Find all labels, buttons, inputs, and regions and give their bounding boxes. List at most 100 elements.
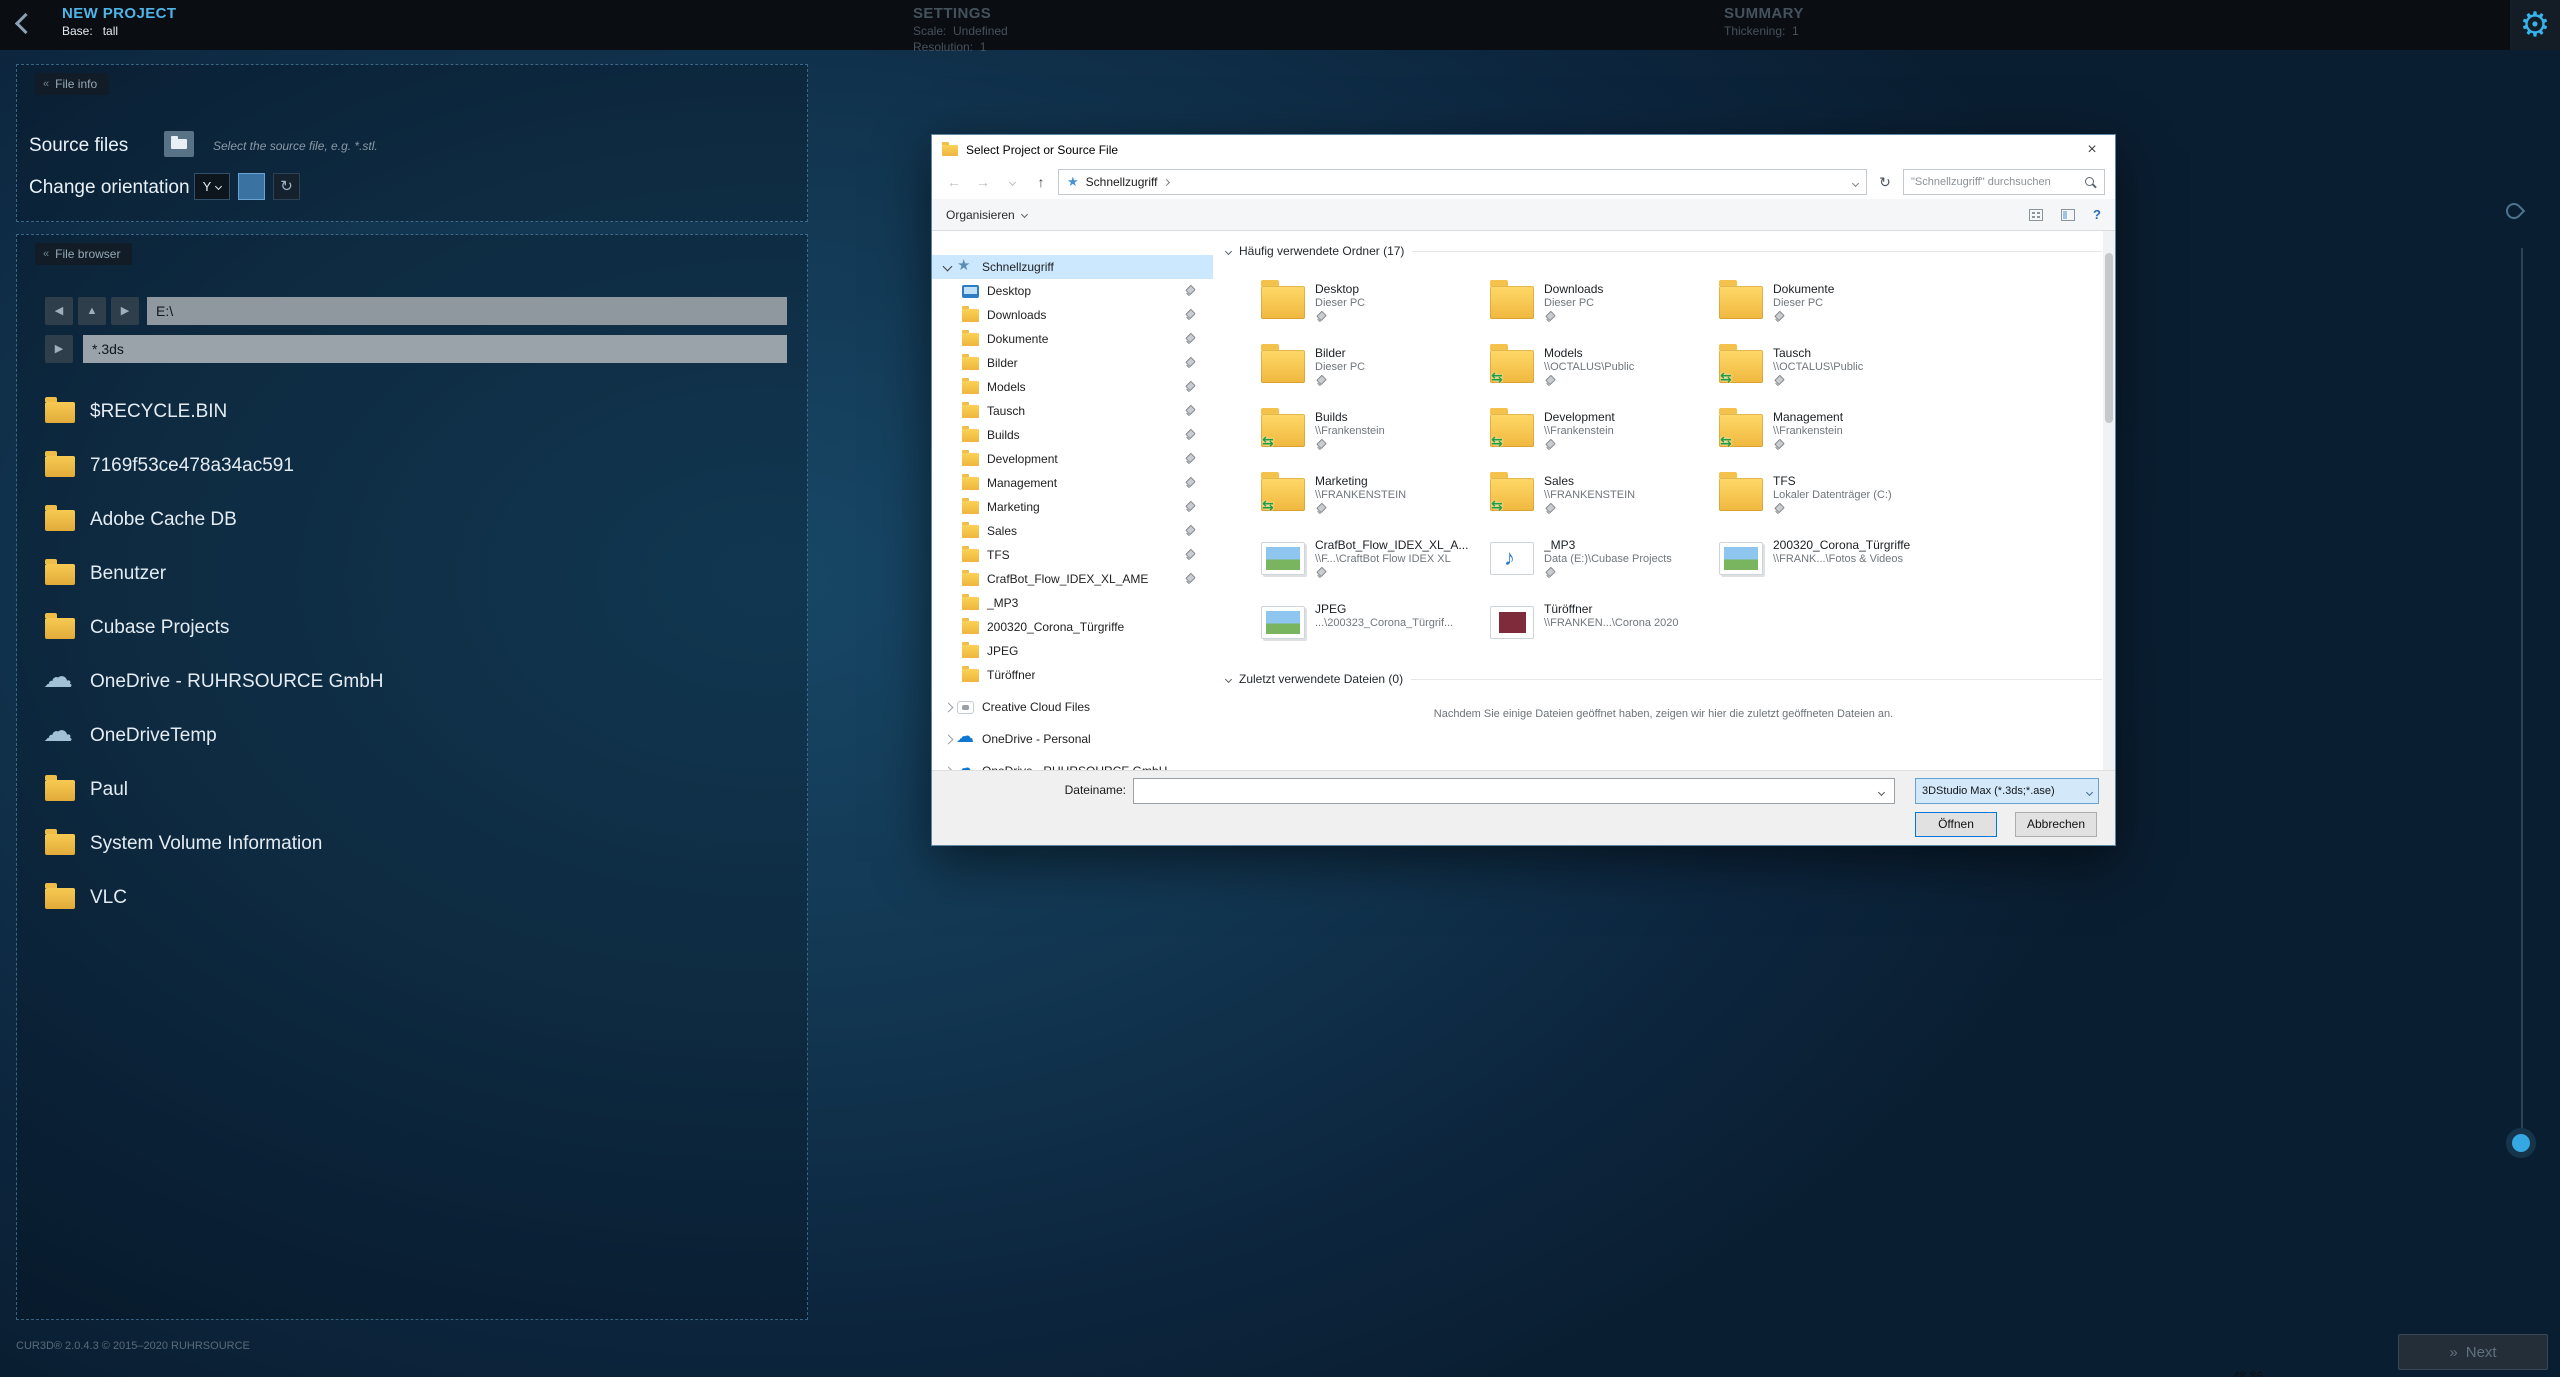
orientation-flip-button[interactable] xyxy=(238,173,265,200)
tree-item[interactable]: Management xyxy=(932,471,1213,495)
tree-item[interactable]: Builds xyxy=(932,423,1213,447)
frequent-folder-tile[interactable]: Downloads Dieser PC xyxy=(1484,277,1713,341)
browse-source-button[interactable] xyxy=(164,131,194,157)
tree-item[interactable]: Sales xyxy=(932,519,1213,543)
file-info-header[interactable]: « File info xyxy=(35,73,109,95)
tree-item[interactable]: Marketing xyxy=(932,495,1213,519)
folder-list-item[interactable]: Adobe Cache DB xyxy=(17,493,807,547)
tree-item[interactable]: Desktop xyxy=(932,279,1213,303)
folder-list-item[interactable]: Cubase Projects xyxy=(17,601,807,655)
dialog-back-button[interactable]: ← xyxy=(942,170,966,194)
history-dropdown-button[interactable] xyxy=(1000,170,1024,194)
tree-item[interactable]: CrafBot_Flow_IDEX_XL_AME xyxy=(932,567,1213,591)
wizard-step[interactable]: SETTINGS Scale: Undefined Resolution: 1 xyxy=(913,5,1008,54)
nav-up-button[interactable]: ▲ xyxy=(78,297,106,325)
tree-item[interactable]: Models xyxy=(932,375,1213,399)
next-button[interactable]: » Next xyxy=(2398,1334,2548,1370)
folder-list-item[interactable]: $RECYCLE.BIN xyxy=(17,385,807,439)
frequent-folder-tile[interactable]: Management \\Frankenstein xyxy=(1713,405,1942,469)
cancel-button[interactable]: Abbrechen xyxy=(2015,812,2097,837)
chevron-right-icon[interactable] xyxy=(1163,178,1170,185)
expander-icon[interactable] xyxy=(942,733,954,745)
view-options-icon[interactable] xyxy=(2029,209,2043,221)
recent-files-header[interactable]: Zuletzt verwendete Dateien (0) xyxy=(1226,672,2102,686)
zoom-slider-track[interactable] xyxy=(2521,248,2523,1148)
dialog-titlebar[interactable]: Select Project or Source File xyxy=(932,135,2115,165)
frequent-folder-tile[interactable]: Models \\OCTALUS\Public xyxy=(1484,341,1713,405)
frequent-folder-tile[interactable]: CrafBot_Flow_IDEX_XL_A... \\F...\CraftBo… xyxy=(1255,533,1484,597)
tree-item[interactable]: Creative Cloud Files xyxy=(932,695,1213,719)
tree-item[interactable]: OneDrive - Personal xyxy=(932,727,1213,751)
expander-icon[interactable] xyxy=(942,701,954,713)
tree-item-label: Management xyxy=(987,476,1057,490)
address-bar: ← → ↑ ★ Schnellzugriff ↻ "Schnellzugriff… xyxy=(932,165,2115,199)
frequent-folder-tile[interactable]: Tausch \\OCTALUS\Public xyxy=(1713,341,1942,405)
filter-apply-button[interactable]: ▶ xyxy=(45,335,73,363)
tree-item[interactable]: OneDrive - RUHRSOURCE GmbH xyxy=(932,759,1213,770)
zoom-slider-knob[interactable] xyxy=(2506,1128,2536,1158)
tree-item[interactable]: Dokumente xyxy=(932,327,1213,351)
frequent-folder-tile[interactable]: Bilder Dieser PC xyxy=(1255,341,1484,405)
folder-list-item[interactable]: Benutzer xyxy=(17,547,807,601)
tree-item-label: CrafBot_Flow_IDEX_XL_AME xyxy=(987,572,1148,586)
folder-list-item[interactable]: OneDriveTemp xyxy=(17,709,807,763)
frequent-folder-tile[interactable]: Builds \\Frankenstein xyxy=(1255,405,1484,469)
tree-item[interactable]: Schnellzugriff xyxy=(932,255,1213,279)
search-input[interactable]: "Schnellzugriff" durchsuchen xyxy=(1903,169,2105,195)
folder-list-item[interactable]: 7169f53ce478a34ac591 xyxy=(17,439,807,493)
frequent-folder-tile[interactable]: Development \\Frankenstein xyxy=(1484,405,1713,469)
folder-list-item[interactable]: Paul xyxy=(17,763,807,817)
frequent-folder-tile[interactable]: Sales \\FRANKENSTEIN xyxy=(1484,469,1713,533)
axis-select[interactable]: Y xyxy=(194,173,230,200)
expander-icon[interactable] xyxy=(942,261,954,273)
tree-item[interactable]: JPEG xyxy=(932,639,1213,663)
organize-button[interactable]: Organisieren xyxy=(946,208,1027,222)
filter-input[interactable]: *.3ds xyxy=(83,335,787,363)
filename-input[interactable] xyxy=(1133,778,1895,804)
combo-dropdown-button[interactable] xyxy=(1879,784,1884,798)
frequent-folder-tile[interactable]: _MP3 Data (E:)\Cubase Projects xyxy=(1484,533,1713,597)
frequent-folders-header[interactable]: Häufig verwendete Ordner (17) xyxy=(1226,244,2102,258)
pin-icon xyxy=(1184,525,1195,537)
wizard-step[interactable]: SUMMARY Thickening: 1 xyxy=(1724,5,1804,38)
open-button[interactable]: Öffnen xyxy=(1915,812,1997,837)
tree-item[interactable]: Downloads xyxy=(932,303,1213,327)
breadcrumb[interactable]: ★ Schnellzugriff xyxy=(1058,169,1867,195)
settings-gear-button[interactable]: ⚙ xyxy=(2510,0,2560,50)
tile-name: Bilder xyxy=(1315,346,1365,360)
filetype-select[interactable]: 3DStudio Max (*.3ds;*.ase) xyxy=(1915,778,2099,804)
preview-pane-icon[interactable] xyxy=(2061,209,2075,221)
tree-item[interactable]: 200320_Corona_Türgriffe xyxy=(932,615,1213,639)
tree-item[interactable]: Tausch xyxy=(932,399,1213,423)
frequent-folder-tile[interactable]: Dokumente Dieser PC xyxy=(1713,277,1942,341)
folder-list-item[interactable]: System Volume Information xyxy=(17,817,807,871)
folder-list-item[interactable]: OneDrive - RUHRSOURCE GmbH xyxy=(17,655,807,709)
tree-item[interactable]: Bilder xyxy=(932,351,1213,375)
tree-item[interactable]: _MP3 xyxy=(932,591,1213,615)
nav-back-button[interactable]: ◀ xyxy=(45,297,73,325)
frequent-folder-tile[interactable]: Marketing \\FRANKENSTEIN xyxy=(1255,469,1484,533)
dialog-forward-button[interactable]: → xyxy=(971,170,995,194)
file-browser-header[interactable]: « File browser xyxy=(35,243,132,265)
frequent-folder-tile[interactable]: Desktop Dieser PC xyxy=(1255,277,1484,341)
orientation-rotate-button[interactable]: ↻ xyxy=(273,173,300,200)
frequent-folder-tile[interactable]: 200320_Corona_Türgriffe \\FRANK...\Fotos… xyxy=(1713,533,1942,597)
folder-list-item[interactable]: VLC xyxy=(17,871,807,925)
dialog-up-button[interactable]: ↑ xyxy=(1029,170,1053,194)
path-input[interactable]: E:\ xyxy=(147,297,787,325)
breadcrumb-label[interactable]: Schnellzugriff xyxy=(1086,175,1158,189)
folder-name: System Volume Information xyxy=(90,833,322,855)
address-dropdown-button[interactable] xyxy=(1853,175,1858,189)
close-button[interactable]: × xyxy=(2069,135,2115,165)
organize-label: Organisieren xyxy=(946,208,1015,222)
refresh-button[interactable]: ↻ xyxy=(1872,169,1898,195)
help-icon[interactable]: ? xyxy=(2093,207,2101,222)
wizard-step[interactable]: NEW PROJECT Base: tall xyxy=(62,5,176,38)
tree-item[interactable]: Development xyxy=(932,447,1213,471)
tree-item[interactable]: Türöffner xyxy=(932,663,1213,687)
frequent-folder-tile[interactable]: JPEG ...\200323_Corona_Türgrif... xyxy=(1255,597,1484,661)
frequent-folder-tile[interactable]: TFS Lokaler Datenträger (C:) xyxy=(1713,469,1942,533)
nav-forward-button[interactable]: ▶ xyxy=(111,297,139,325)
frequent-folder-tile[interactable]: Türöffner \\FRANKEN...\Corona 2020 xyxy=(1484,597,1713,661)
tree-item[interactable]: TFS xyxy=(932,543,1213,567)
